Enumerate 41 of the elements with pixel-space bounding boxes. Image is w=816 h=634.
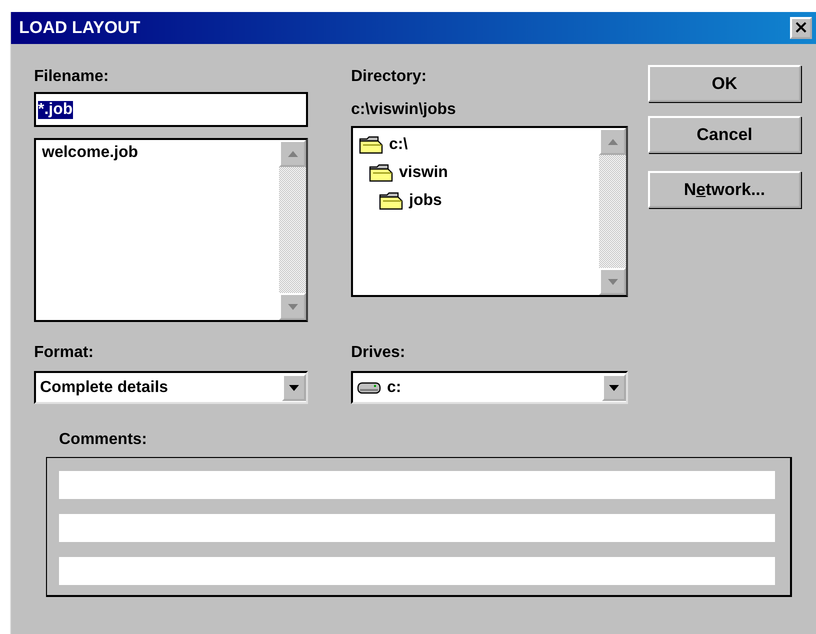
down-arrow-icon	[286, 302, 298, 310]
window-title: LOAD LAYOUT	[19, 18, 140, 38]
filename-field[interactable]: *.job	[34, 92, 308, 127]
down-arrow-icon	[608, 384, 620, 392]
comment-field[interactable]	[59, 471, 775, 499]
folder-item[interactable]: jobs	[409, 192, 442, 210]
down-arrow-icon	[288, 384, 300, 392]
folder-icon	[379, 191, 403, 211]
scroll-up-button[interactable]	[279, 140, 306, 167]
folder-item[interactable]: c:\	[389, 136, 408, 154]
directory-path: c:\viswin\jobs	[351, 100, 457, 120]
field-label: Filename:	[34, 67, 110, 87]
drive-icon	[357, 380, 381, 394]
field-label: Format:	[34, 343, 95, 363]
file-list[interactable]: welcome.job	[34, 138, 308, 322]
file-item[interactable]: welcome.job	[42, 144, 138, 162]
scroll-up-button[interactable]	[599, 128, 626, 155]
comment-field[interactable]	[59, 514, 775, 542]
scroll-down-button[interactable]	[279, 293, 306, 320]
scroll-down-button[interactable]	[599, 268, 626, 295]
field-label: Comments:	[59, 430, 148, 450]
up-arrow-icon	[606, 138, 618, 146]
field-label: Drives:	[351, 343, 406, 363]
folder-item[interactable]: viswin	[399, 164, 448, 182]
down-arrow-icon	[606, 278, 618, 286]
close-button[interactable]: ×	[790, 17, 812, 39]
comment-field[interactable]	[59, 557, 775, 585]
folder-icon	[359, 135, 383, 155]
dialog-button[interactable]: Cancel	[648, 116, 801, 153]
scrollbar[interactable]	[599, 128, 626, 295]
scrollbar[interactable]	[279, 140, 306, 320]
dialog-button[interactable]: Network...	[648, 171, 801, 208]
folder-icon	[369, 163, 393, 183]
field-label: Directory:	[351, 67, 428, 87]
drives-dropdown[interactable]: c:	[351, 371, 628, 404]
directory-list[interactable]: c:\ viswin jobs	[351, 126, 628, 297]
format-dropdown[interactable]: Complete details	[34, 371, 308, 404]
up-arrow-icon	[286, 150, 298, 158]
dialog-button[interactable]: OK	[648, 65, 801, 102]
dropdown-button[interactable]	[602, 374, 626, 401]
dropdown-button[interactable]	[282, 374, 306, 401]
